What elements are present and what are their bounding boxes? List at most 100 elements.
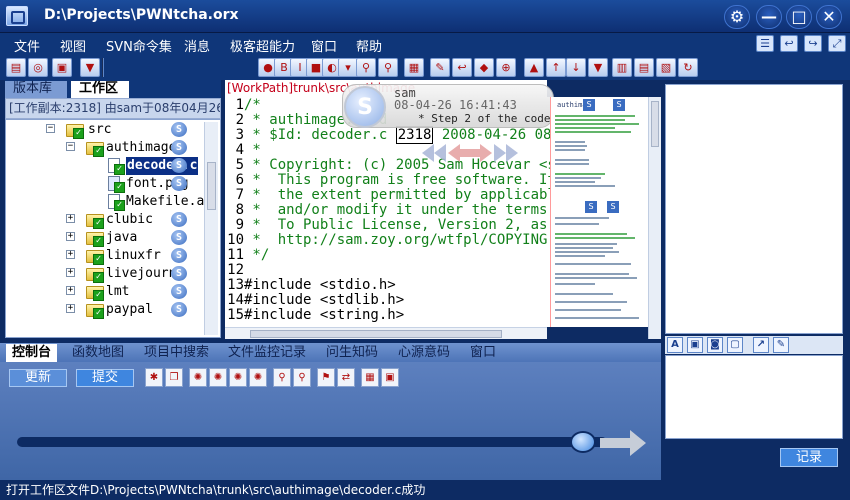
- update-button[interactable]: 更新: [9, 369, 67, 387]
- scroll-thumb[interactable]: [250, 330, 502, 338]
- tree-row-selected[interactable]: ✓ decoder.c S: [6, 157, 206, 175]
- bug-icon[interactable]: ✺: [189, 368, 207, 387]
- close-button[interactable]: ✕: [816, 5, 842, 29]
- repo-info: [工作副本:2318] 由sam于08年04月26...: [5, 98, 221, 119]
- flag-icon[interactable]: ⚑: [317, 368, 335, 387]
- tree-row[interactable]: + ✓ lmt S: [6, 283, 206, 301]
- tree-row[interactable]: ✓ Makefile.a: [6, 193, 206, 211]
- expand-icon[interactable]: +: [66, 286, 75, 295]
- menu-help[interactable]: 帮助: [356, 36, 382, 55]
- forward-icon[interactable]: ↪: [804, 35, 822, 52]
- open-folder-icon[interactable]: ▤: [6, 58, 26, 77]
- tab-function-map[interactable]: 函数地图: [66, 344, 130, 362]
- expand-icon[interactable]: +: [66, 304, 75, 313]
- down-arrow-icon[interactable]: ↓: [566, 58, 586, 77]
- attach-icon[interactable]: ✎: [773, 337, 789, 353]
- browse-icon[interactable]: ◎: [28, 58, 48, 77]
- text-icon[interactable]: A: [667, 337, 683, 353]
- save-icon[interactable]: ▣: [52, 58, 72, 77]
- zoom-icon[interactable]: ⊕: [496, 58, 516, 77]
- scroll-thumb[interactable]: [651, 101, 659, 147]
- replace-icon[interactable]: ⚲: [378, 58, 398, 77]
- tab-console[interactable]: 控制台: [6, 344, 58, 362]
- tree-row[interactable]: + ✓ clubic S: [6, 211, 206, 229]
- image-icon[interactable]: ▣: [687, 337, 703, 353]
- settings-button[interactable]: ⚙: [724, 5, 750, 29]
- tab-heart-code[interactable]: 心源意码: [392, 344, 456, 362]
- collapse-icon[interactable]: −: [66, 142, 75, 151]
- tree-scrollbar[interactable]: [204, 122, 218, 335]
- tree-row[interactable]: − ✓ src S: [6, 121, 206, 139]
- tree-row[interactable]: + ✓ java S: [6, 229, 206, 247]
- split-icon[interactable]: ▥: [612, 58, 632, 77]
- minimap-line: [555, 131, 631, 133]
- scroll-thumb[interactable]: [207, 162, 216, 210]
- expand-icon[interactable]: +: [66, 250, 75, 259]
- maximize-button[interactable]: □: [786, 5, 812, 29]
- expand-icon[interactable]: +: [66, 268, 75, 277]
- print-icon[interactable]: ▦: [404, 58, 424, 77]
- compare-icon[interactable]: ▤: [634, 58, 654, 77]
- download-icon[interactable]: ▼: [588, 58, 608, 77]
- tab-repository[interactable]: 版本库: [5, 81, 67, 98]
- expand-icon[interactable]: +: [66, 232, 75, 241]
- sync-icon[interactable]: ⇄: [337, 368, 355, 387]
- timeline-slider[interactable]: [17, 437, 607, 447]
- tab-file-monitor[interactable]: 文件监控记录: [222, 344, 312, 362]
- picture-icon[interactable]: ▣: [381, 368, 399, 387]
- nav-arrows-icon[interactable]: [420, 142, 520, 164]
- layout-icon[interactable]: ☰: [756, 35, 774, 52]
- minimize-button[interactable]: —: [756, 5, 782, 29]
- filter-icon[interactable]: ▼: [80, 58, 100, 77]
- edit-icon[interactable]: ✎: [430, 58, 450, 77]
- tree-row[interactable]: − ✓ authimage S: [6, 139, 206, 157]
- upload-icon[interactable]: ▲: [524, 58, 544, 77]
- tab-ask-code[interactable]: 问生知码: [320, 344, 384, 362]
- wrap-icon[interactable]: ↩: [452, 58, 472, 77]
- menu-messages[interactable]: 消息: [184, 36, 210, 55]
- camera-icon[interactable]: ◙: [707, 337, 723, 353]
- collapse-icon[interactable]: −: [46, 124, 55, 133]
- star-icon[interactable]: ✱: [145, 368, 163, 387]
- code-line: 7 * the extent permitted by applicable: [235, 187, 550, 203]
- expand-icon[interactable]: +: [66, 214, 75, 223]
- record-textarea[interactable]: [665, 355, 843, 439]
- tree-row[interactable]: ✓ font.png S: [6, 175, 206, 193]
- commit-button[interactable]: 提交: [76, 369, 134, 387]
- code-minimap[interactable]: authimage S S S S: [550, 97, 648, 327]
- dropdown-icon[interactable]: ▾: [338, 58, 358, 77]
- menu-window[interactable]: 窗口: [311, 36, 337, 55]
- menu-svn[interactable]: SVN命令集: [106, 36, 172, 55]
- menu-geek[interactable]: 极客超能力: [230, 36, 295, 55]
- check-icon: ✓: [93, 146, 104, 157]
- record-button[interactable]: 记录: [780, 448, 838, 467]
- tab-workspace[interactable]: 工作区: [71, 81, 129, 98]
- calendar-icon[interactable]: ▦: [361, 368, 379, 387]
- tree-row[interactable]: + ✓ linuxfr S: [6, 247, 206, 265]
- bug-icon[interactable]: ✺: [229, 368, 247, 387]
- minimap-line: [555, 149, 585, 151]
- menu-view[interactable]: 视图: [60, 36, 86, 55]
- screenshot-icon[interactable]: ▢: [727, 337, 743, 353]
- search-icon[interactable]: ⚲: [293, 368, 311, 387]
- bug-icon[interactable]: ✺: [249, 368, 267, 387]
- tab-project-search[interactable]: 项目中搜索: [138, 344, 215, 362]
- tree-row[interactable]: + ✓ livejourna S: [6, 265, 206, 283]
- merge-icon[interactable]: ▧: [656, 58, 676, 77]
- search-icon[interactable]: ⚲: [273, 368, 291, 387]
- refresh-icon[interactable]: ↻: [678, 58, 698, 77]
- menu-file[interactable]: 文件: [14, 36, 40, 55]
- tree-row[interactable]: + ✓ paypal S: [6, 301, 206, 319]
- back-icon[interactable]: ↩: [780, 35, 798, 52]
- copy-icon[interactable]: ❐: [165, 368, 183, 387]
- find-icon[interactable]: ⚲: [356, 58, 376, 77]
- pin-icon[interactable]: ↗: [753, 337, 769, 353]
- fullscreen-icon[interactable]: ⤢: [828, 35, 846, 52]
- bug-icon[interactable]: ✺: [209, 368, 227, 387]
- code-editor[interactable]: 1/* 2 * authimage.c: d 3 * $Id: decoder.…: [225, 97, 550, 327]
- bookmark-icon[interactable]: ◆: [474, 58, 494, 77]
- tab-window[interactable]: 窗口: [464, 344, 502, 362]
- up-arrow-icon[interactable]: ↑: [546, 58, 566, 77]
- editor-hscrollbar[interactable]: [225, 327, 547, 339]
- editor-vscrollbar[interactable]: [648, 97, 661, 339]
